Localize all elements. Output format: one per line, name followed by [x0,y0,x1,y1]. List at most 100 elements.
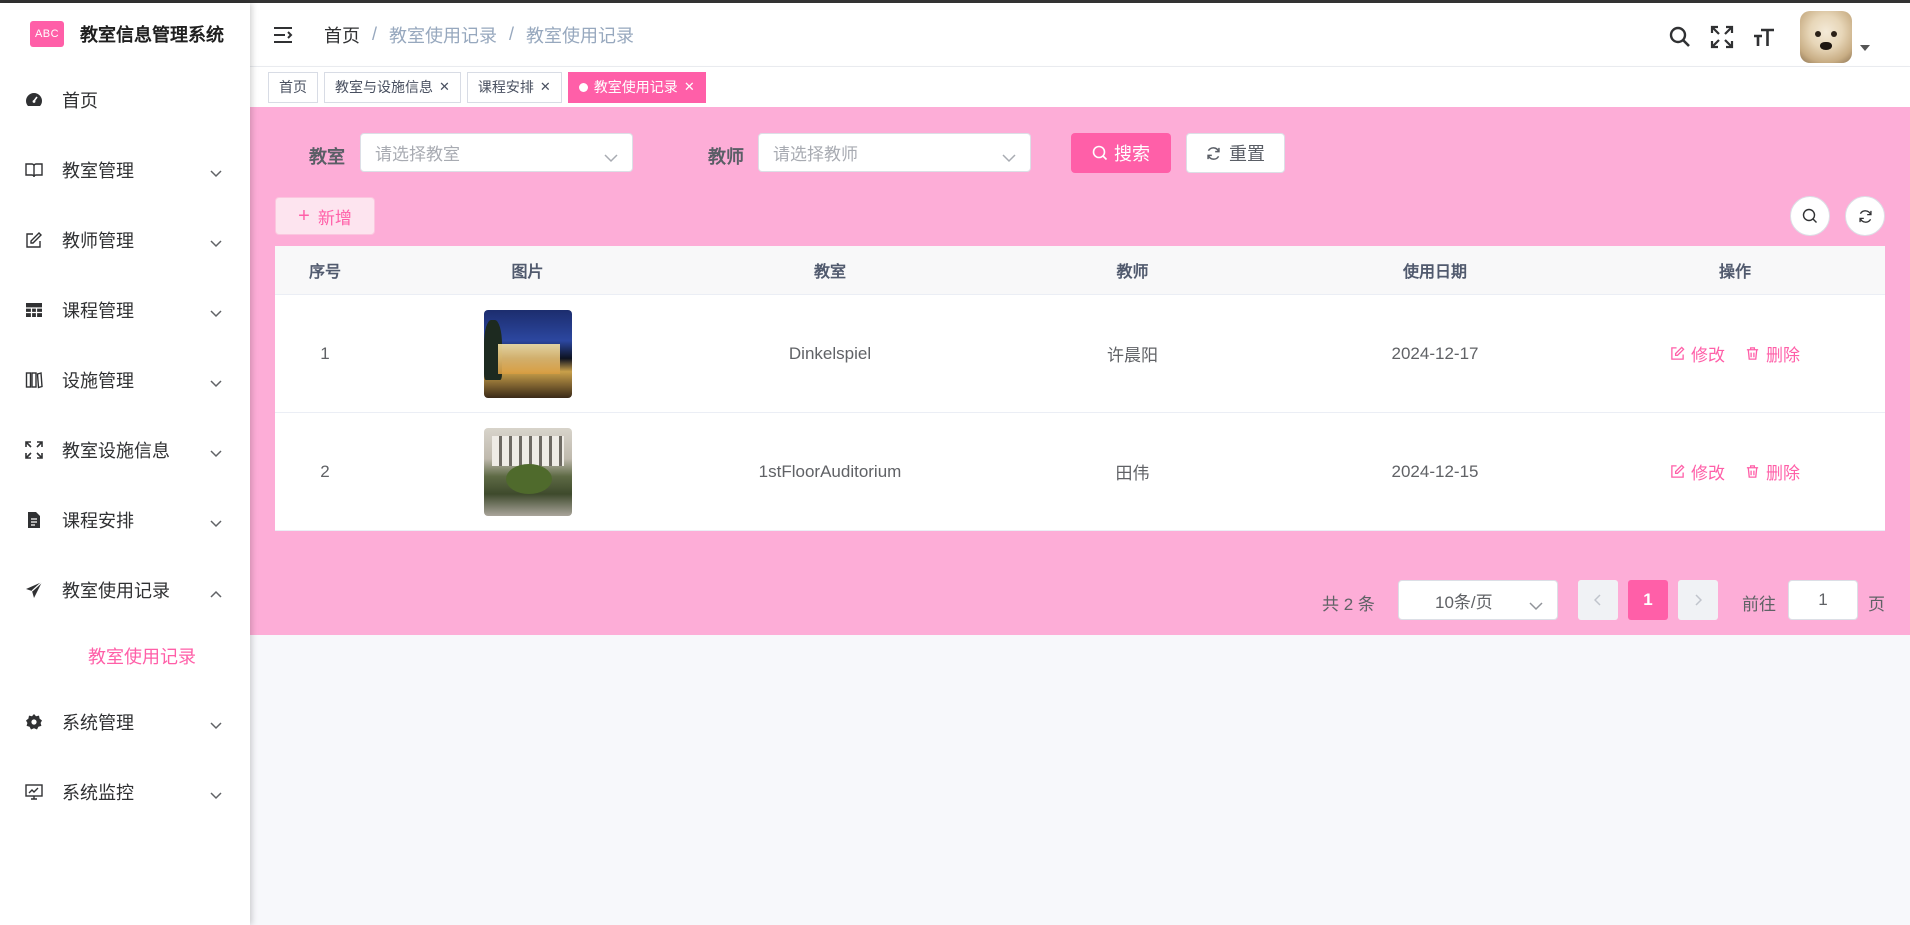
reset-button[interactable]: 重置 [1186,133,1285,173]
search-icon [1802,208,1818,224]
cell-actions: 修改 删除 [1585,459,1885,484]
sidebar-item-home[interactable]: 首页 [0,65,250,135]
cell-teacher: 田伟 [1115,464,1150,483]
delete-label: 删除 [1766,464,1800,483]
classroom-select[interactable]: 请选择教室 [360,133,633,172]
cell-teacher: 许晨阳 [1107,346,1158,365]
tag-schedule[interactable]: 课程安排 ✕ [466,71,562,103]
sidebar-item-label: 设施管理 [62,371,134,391]
sidebar-item-classroom-facility[interactable]: 教室设施信息 [0,415,250,485]
search-icon[interactable] [1666,23,1694,51]
chevron-down-icon [210,162,222,183]
prev-page-button[interactable] [1578,580,1618,620]
close-icon[interactable]: ✕ [684,79,695,95]
breadcrumb-item: 教室使用记录 [526,25,635,46]
refresh-button[interactable] [1845,196,1885,236]
sidebar-item-schedule[interactable]: 课程安排 [0,485,250,555]
cell-image [375,309,680,398]
cell-classroom: 1stFloorAuditorium [758,461,902,481]
classroom-thumbnail[interactable] [483,309,572,398]
classroom-label: 教室 [309,147,345,167]
edit-button[interactable]: 修改 [1670,341,1725,366]
avatar-eye [1831,31,1837,37]
search-button[interactable]: 搜索 [1071,133,1171,173]
page-size-select[interactable]: 10条/页 [1398,580,1558,620]
menu-toggle-icon[interactable] [272,24,294,46]
header-actions [1652,11,1870,63]
sidebar-item-label: 首页 [62,91,98,111]
breadcrumb-item: 教室使用记录 [389,25,498,46]
chevron-down-icon [210,302,222,323]
edit-button[interactable]: 修改 [1670,459,1725,484]
edit-icon [24,230,44,250]
dashboard-icon [24,90,44,110]
chevron-down-icon [604,148,618,168]
page-size-value: 10条/页 [1435,592,1493,612]
tag-home[interactable]: 首页 [268,71,318,103]
breadcrumb-home[interactable]: 首页 [324,22,360,48]
classroom-placeholder: 请选择教室 [375,145,460,164]
teacher-label: 教师 [708,147,744,167]
add-button[interactable]: + 新增 [275,197,375,235]
cell-date: 2024-12-17 [1391,343,1479,363]
close-icon[interactable]: ✕ [540,79,551,95]
classroom-thumbnail[interactable] [483,427,572,516]
sidebar-item-usage-record[interactable]: 教室使用记录 [0,555,250,625]
sidebar-item-label: 课程安排 [62,511,134,531]
fullscreen-icon [24,440,44,460]
fullscreen-icon[interactable] [1708,23,1736,51]
delete-button[interactable]: 删除 [1745,341,1800,366]
sidebar-item-monitor[interactable]: 系统监控 [0,757,250,827]
column-header-date: 使用日期 [1402,264,1467,281]
app-title: 教室信息管理系统 [80,25,224,45]
chevron-down-icon [210,442,222,463]
breadcrumb: 首页 / 教室使用记录 / 教室使用记录 [324,22,634,48]
app-logo[interactable]: ABC 教室信息管理系统 [0,3,250,65]
tag-classroom-facility[interactable]: 教室与设施信息 ✕ [324,71,461,103]
delete-label: 删除 [1766,346,1800,365]
sidebar-subitem-usage-record[interactable]: 教室使用记录 [0,625,250,687]
delete-button[interactable]: 删除 [1745,459,1800,484]
avatar-eye [1815,31,1821,37]
usage-record-table: 序号 图片 教室 教师 使用日期 操作 1 Dinkelspiel 许晨阳 20… [275,246,1885,531]
toggle-search-button[interactable] [1790,196,1830,236]
close-icon[interactable]: ✕ [439,79,450,95]
add-button-label: 新增 [317,208,352,228]
sidebar-item-teacher[interactable]: 教师管理 [0,205,250,275]
breadcrumb-separator: / [509,24,515,44]
teacher-select[interactable]: 请选择教师 [758,133,1031,172]
sidebar-item-label: 系统监控 [62,783,134,803]
search-button-label: 搜索 [1114,144,1150,164]
next-page-button[interactable] [1678,580,1718,620]
edit-icon [1671,464,1685,478]
table-row: 1 Dinkelspiel 许晨阳 2024-12-17 修改 删除 [275,295,1885,413]
cell-date: 2024-12-15 [1391,461,1479,481]
avatar[interactable] [1800,11,1852,63]
thumbnail-tree [505,463,552,494]
books-icon [24,370,44,390]
sidebar-item-facility[interactable]: 设施管理 [0,345,250,415]
chevron-down-icon [210,512,222,533]
chevron-down-icon [210,784,222,805]
tag-label: 教室使用记录 [593,79,678,95]
top-header: 首页 / 教室使用记录 / 教室使用记录 [250,3,1910,67]
sidebar-item-label: 系统管理 [62,713,134,733]
search-icon [1092,145,1108,161]
chevron-right-icon [1694,594,1702,606]
caret-down-icon[interactable] [1860,45,1870,51]
active-dot-icon [578,82,588,92]
font-size-icon[interactable] [1750,23,1778,51]
edit-label: 修改 [1691,346,1725,365]
table-header: 序号 图片 教室 教师 使用日期 操作 [275,246,1885,295]
sidebar-item-course[interactable]: 课程管理 [0,275,250,345]
sidebar-item-system[interactable]: 系统管理 [0,687,250,757]
page-number-button[interactable]: 1 [1628,580,1668,620]
logo-icon: ABC [30,21,64,47]
sidebar-item-classroom[interactable]: 教室管理 [0,135,250,205]
monitor-icon [24,782,44,802]
chevron-down-icon [210,714,222,735]
thumbnail-building [497,343,560,374]
goto-page-input[interactable] [1788,580,1858,620]
page-suffix: 页 [1868,595,1885,614]
tag-usage-record[interactable]: 教室使用记录 ✕ [567,71,706,103]
